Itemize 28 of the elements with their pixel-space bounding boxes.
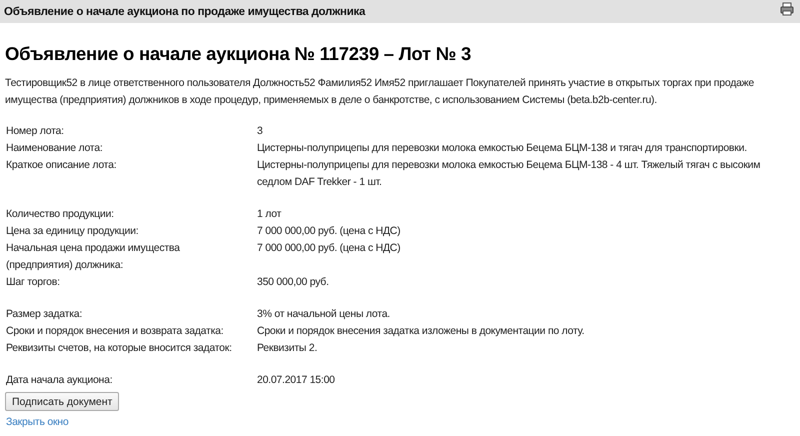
field-label: Дата начала аукциона: [5,373,114,388]
field-label: Начальная цена продажи имущества (предприятия) должника: [5,241,181,273]
window-title: Объявление о начале аукциона по продаже имущества должника [4,6,366,18]
sign-document-button[interactable]: Подписать документ [5,392,120,411]
field-value: Сроки и порядок внесения задатка изложены в документации по лоту. [257,324,586,339]
field-value: 3 [257,124,264,139]
field-value: Реквизиты 2. [257,341,318,356]
field-label: Шаг торгов: [5,275,61,290]
page-heading: Объявление о начале аукциона № 117239 – Лот № 3 [5,42,472,66]
field-label: Реквизиты счетов, на которые вносится задаток: [5,341,233,356]
field-label: Номер лота: [5,124,65,139]
field-value: 1 лот [257,207,282,222]
field-value: 3% от начальной цены лота. [257,307,391,322]
field-value: 7 000 000,00 руб. (цена с НДС) [257,224,402,239]
field-label: Размер задатка: [5,307,84,322]
field-label: Сроки и порядок внесения и возврата задатка: [5,324,224,339]
close-window-link[interactable]: Закрыть окно [6,416,68,428]
field-value: Цистерны-полуприцепы для перевозки молока емкостью Бецема БЦМ-138 и тягач для транспортировки. [257,141,748,156]
field-value: 350 000,00 руб. [257,275,330,290]
field-value: 7 000 000,00 руб. (цена с НДС) [257,241,402,256]
field-label: Краткое описание лота: [5,158,118,173]
field-label: Цена за единицу продукции: [5,224,140,239]
field-value: 20.07.2017 15:00 [257,373,336,388]
field-label: Наименование лота: [5,141,104,156]
printer-icon[interactable] [780,2,794,16]
field-label: Количество продукции: [5,207,115,222]
field-value: Цистерны-полуприцепы для перевозки молока емкостью Бецема БЦМ-138 - 4 шт. Тяжелый тягач с высоким седлом DAF Trekker - 1 шт. [257,158,762,190]
intro-paragraph: Тестировщик52 в лице ответственного пользователя Должность52 Фамилия52 Имя52 приглашает Покупателей принять участие в открытых торгах при продаже имущества (предприятия) должников в ходе процедур, применяемых в деле о банкротстве, с использованием Системы (beta.b2b-center.ru). [5,76,756,108]
